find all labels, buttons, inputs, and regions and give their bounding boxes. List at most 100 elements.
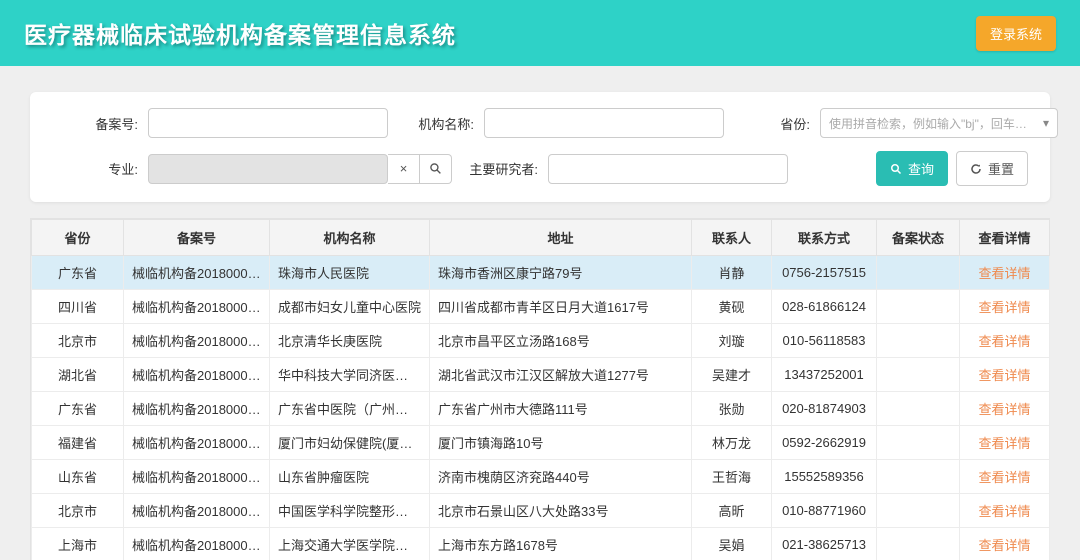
cell-org: 珠海市人民医院	[270, 256, 430, 290]
cell-province: 湖北省	[32, 358, 124, 392]
province-select[interactable]: 使用拼音检索，例如输入"bj"，回车即选... ▾	[820, 108, 1058, 138]
cell-address: 济南市槐荫区济兖路440号	[430, 460, 692, 494]
cell-address: 四川省成都市青羊区日月大道1617号	[430, 290, 692, 324]
cell-status	[877, 324, 960, 358]
view-detail-link[interactable]: 查看详情	[978, 266, 1030, 281]
cell-province: 北京市	[32, 494, 124, 528]
table-row[interactable]: 山东省械临机构备201800007山东省肿瘤医院济南市槐荫区济兖路440号王哲海…	[32, 460, 1050, 494]
cell-phone: 020-81874903	[772, 392, 877, 426]
org-name-field: 机构名称:	[388, 108, 724, 138]
search-button[interactable]: 查询	[876, 151, 948, 186]
cell-contact: 张勋	[692, 392, 772, 426]
cell-status	[877, 460, 960, 494]
record-no-input[interactable]	[148, 108, 388, 138]
cell-phone: 0592-2662919	[772, 426, 877, 460]
view-detail-link[interactable]: 查看详情	[978, 368, 1030, 383]
table-body: 广东省械临机构备201800001珠海市人民医院珠海市香洲区康宁路79号肖静07…	[32, 256, 1050, 560]
cell-phone: 010-56118583	[772, 324, 877, 358]
cell-address: 上海市东方路1678号	[430, 528, 692, 560]
cell-record_no: 械临机构备201800006	[124, 426, 270, 460]
province-label: 省份:	[724, 114, 810, 133]
filter-actions: 查询 重置	[788, 151, 1028, 186]
pi-label: 主要研究者:	[452, 159, 538, 178]
cell-record_no: 械临机构备201800002	[124, 290, 270, 324]
cell-record_no: 械临机构备201800009	[124, 528, 270, 560]
cell-phone: 13437252001	[772, 358, 877, 392]
cell-status	[877, 358, 960, 392]
login-button[interactable]: 登录系统	[976, 16, 1056, 51]
col-status: 备案状态	[877, 220, 960, 256]
table-row[interactable]: 北京市械临机构备201800008中国医学科学院整形外科医院北京市石景山区八大处…	[32, 494, 1050, 528]
view-detail-link[interactable]: 查看详情	[978, 504, 1030, 519]
cell-contact: 吴建才	[692, 358, 772, 392]
col-phone: 联系方式	[772, 220, 877, 256]
cell-org: 北京清华长庚医院	[270, 324, 430, 358]
cell-org: 上海交通大学医学院附属上海儿童...	[270, 528, 430, 560]
cell-address: 湖北省武汉市江汉区解放大道1277号	[430, 358, 692, 392]
view-detail-link[interactable]: 查看详情	[978, 334, 1030, 349]
record-no-field: 备案号:	[52, 108, 388, 138]
col-org-name: 机构名称	[270, 220, 430, 256]
table-row[interactable]: 福建省械临机构备201800006厦门市妇幼保健院(厦门市林巧稚...厦门市镇海…	[32, 426, 1050, 460]
cell-province: 北京市	[32, 324, 124, 358]
table-row[interactable]: 广东省械临机构备201800001珠海市人民医院珠海市香洲区康宁路79号肖静07…	[32, 256, 1050, 290]
cell-org: 山东省肿瘤医院	[270, 460, 430, 494]
reset-button[interactable]: 重置	[956, 151, 1028, 186]
view-detail-link[interactable]: 查看详情	[978, 470, 1030, 485]
col-record-no: 备案号	[124, 220, 270, 256]
specialty-label: 专业:	[52, 159, 138, 178]
chevron-down-icon: ▾	[1043, 116, 1049, 130]
filter-row-1: 备案号: 机构名称: 省份: 使用拼音检索，例如输入"bj"，回车即选... ▾	[52, 108, 1028, 138]
cell-detail: 查看详情	[960, 392, 1050, 426]
cell-status	[877, 392, 960, 426]
cell-contact: 王哲海	[692, 460, 772, 494]
cell-org: 广东省中医院（广州中医药大学第...	[270, 392, 430, 426]
cell-status	[877, 256, 960, 290]
col-contact: 联系人	[692, 220, 772, 256]
province-placeholder: 使用拼音检索，例如输入"bj"，回车即选...	[829, 115, 1037, 132]
app-header: 医疗器械临床试验机构备案管理信息系统 登录系统	[0, 0, 1080, 66]
cell-org: 成都市妇女儿童中心医院	[270, 290, 430, 324]
results-table: 省份 备案号 机构名称 地址 联系人 联系方式 备案状态 查看详情 广东省械临机…	[31, 219, 1050, 560]
org-name-label: 机构名称:	[388, 114, 474, 133]
cell-record_no: 械临机构备201800001	[124, 256, 270, 290]
cell-phone: 028-61866124	[772, 290, 877, 324]
view-detail-link[interactable]: 查看详情	[978, 436, 1030, 451]
main-content: 备案号: 机构名称: 省份: 使用拼音检索，例如输入"bj"，回车即选... ▾…	[0, 66, 1080, 560]
refresh-icon	[970, 163, 982, 175]
cell-detail: 查看详情	[960, 426, 1050, 460]
cell-record_no: 械临机构备201800004	[124, 358, 270, 392]
specialty-field: 专业: ×	[52, 154, 452, 184]
cell-province: 山东省	[32, 460, 124, 494]
cell-contact: 高昕	[692, 494, 772, 528]
page-title: 医疗器械临床试验机构备案管理信息系统	[24, 16, 456, 50]
cell-status	[877, 528, 960, 560]
cell-detail: 查看详情	[960, 460, 1050, 494]
search-icon[interactable]	[420, 154, 452, 184]
col-province: 省份	[32, 220, 124, 256]
view-detail-link[interactable]: 查看详情	[978, 300, 1030, 315]
col-detail: 查看详情	[960, 220, 1050, 256]
cell-record_no: 械临机构备201800003	[124, 324, 270, 358]
cell-detail: 查看详情	[960, 290, 1050, 324]
table-row[interactable]: 湖北省械临机构备201800004华中科技大学同济医学院附属协和医院湖北省武汉市…	[32, 358, 1050, 392]
view-detail-link[interactable]: 查看详情	[978, 402, 1030, 417]
cell-contact: 吴娟	[692, 528, 772, 560]
table-row[interactable]: 北京市械临机构备201800003北京清华长庚医院北京市昌平区立汤路168号刘璇…	[32, 324, 1050, 358]
cell-address: 北京市昌平区立汤路168号	[430, 324, 692, 358]
cell-address: 广东省广州市大德路111号	[430, 392, 692, 426]
cell-record_no: 械临机构备201800005	[124, 392, 270, 426]
table-row[interactable]: 上海市械临机构备201800009上海交通大学医学院附属上海儿童...上海市东方…	[32, 528, 1050, 560]
col-address: 地址	[430, 220, 692, 256]
cell-address: 厦门市镇海路10号	[430, 426, 692, 460]
search-icon	[890, 163, 902, 175]
cell-detail: 查看详情	[960, 256, 1050, 290]
clear-icon[interactable]: ×	[388, 154, 420, 184]
province-field: 省份: 使用拼音检索，例如输入"bj"，回车即选... ▾	[724, 108, 1058, 138]
table-row[interactable]: 四川省械临机构备201800002成都市妇女儿童中心医院四川省成都市青羊区日月大…	[32, 290, 1050, 324]
record-no-label: 备案号:	[52, 114, 138, 133]
table-row[interactable]: 广东省械临机构备201800005广东省中医院（广州中医药大学第...广东省广州…	[32, 392, 1050, 426]
pi-input[interactable]	[548, 154, 788, 184]
view-detail-link[interactable]: 查看详情	[978, 538, 1030, 553]
org-name-input[interactable]	[484, 108, 724, 138]
